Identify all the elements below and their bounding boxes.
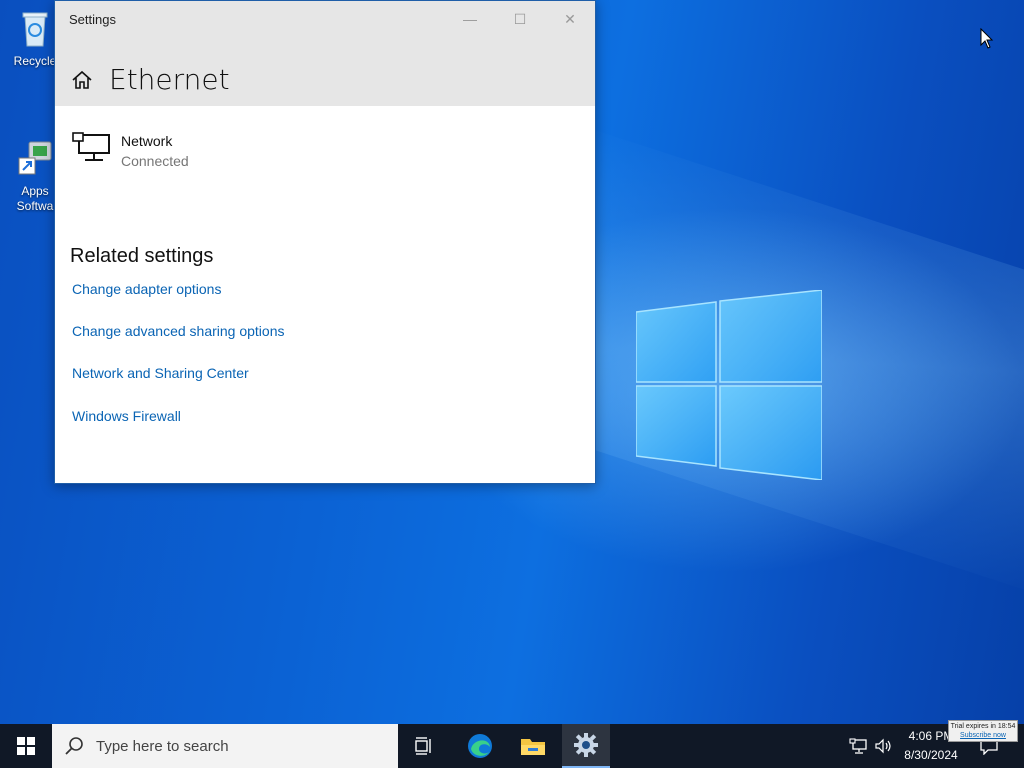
page-heading: Ethernet	[71, 63, 230, 96]
change-advanced-sharing-link[interactable]: Change advanced sharing options	[72, 323, 285, 339]
windows-wallpaper-logo	[636, 290, 822, 480]
clock-date: 8/30/2024	[904, 748, 958, 762]
desktop-icon-label: Apps Softwa	[16, 184, 54, 213]
task-view-button[interactable]	[400, 724, 448, 768]
window-header: Settings — ☐ ✕ Ethernet	[55, 1, 595, 106]
home-icon[interactable]	[71, 69, 93, 91]
network-sharing-center-link[interactable]: Network and Sharing Center	[72, 365, 249, 381]
search-icon	[65, 737, 83, 755]
network-name: Network	[121, 133, 173, 149]
minimize-button[interactable]: —	[445, 1, 495, 37]
related-settings-heading: Related settings	[70, 245, 214, 267]
trial-text: Trial expires in 18:54	[950, 723, 1016, 730]
edge-taskbar-button[interactable]	[456, 724, 504, 768]
taskbar: Type here to search 4:06 PM 8/30/2024	[0, 724, 1024, 768]
ethernet-network-icon	[72, 132, 110, 161]
network-status: Connected	[121, 153, 189, 169]
settings-window: Settings — ☐ ✕ Ethernet Network Connecte…	[54, 0, 596, 484]
windows-start-icon	[17, 737, 35, 755]
recycle-bin-icon	[22, 12, 48, 47]
change-adapter-options-link[interactable]: Change adapter options	[72, 281, 221, 297]
page-title: Ethernet	[109, 63, 230, 96]
start-button[interactable]	[0, 724, 52, 768]
window-controls: — ☐ ✕	[445, 1, 595, 37]
settings-taskbar-button[interactable]	[562, 724, 610, 768]
volume-tray-button[interactable]	[872, 724, 896, 768]
mouse-cursor-icon	[980, 28, 994, 49]
file-explorer-icon	[521, 739, 545, 755]
search-placeholder: Type here to search	[96, 737, 229, 755]
network-item[interactable]: Network Connected	[71, 131, 189, 171]
trial-expiration-notice[interactable]: Trial expires in 18:54 Subscribe now	[948, 720, 1018, 742]
volume-icon	[875, 738, 891, 754]
close-button[interactable]: ✕	[545, 1, 595, 37]
window-title: Settings	[69, 12, 116, 27]
subscribe-now-link[interactable]: Subscribe now	[949, 731, 1017, 740]
maximize-button[interactable]: ☐	[495, 1, 545, 37]
apps-software-icon	[18, 141, 52, 175]
network-tray-button[interactable]	[846, 724, 870, 768]
file-explorer-taskbar-button[interactable]	[509, 724, 557, 768]
gear-icon	[574, 733, 598, 757]
windows-firewall-link[interactable]: Windows Firewall	[72, 408, 181, 424]
taskbar-search-box[interactable]: Type here to search	[52, 724, 398, 768]
task-view-icon	[415, 737, 431, 755]
network-tray-icon	[849, 738, 867, 754]
edge-browser-icon	[468, 734, 492, 758]
